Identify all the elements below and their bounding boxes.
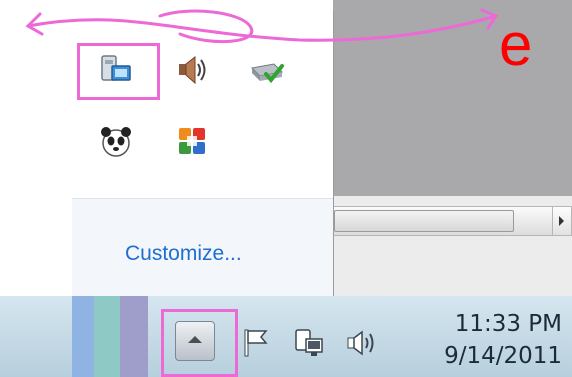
network-icon[interactable] (292, 326, 326, 360)
background-window (333, 0, 572, 296)
office-icon[interactable] (174, 123, 210, 159)
clock-date: 9/14/2011 (444, 343, 562, 369)
desktop-left-area (0, 0, 72, 296)
volume-icon[interactable] (174, 52, 210, 88)
taskbar-app-button[interactable] (94, 296, 120, 377)
customize-link[interactable]: Customize... (125, 242, 242, 266)
volume-icon[interactable] (344, 328, 378, 358)
annotation-highlight-box (77, 43, 160, 100)
safely-remove-hardware-icon[interactable] (249, 54, 285, 90)
action-center-flag-icon[interactable] (240, 326, 272, 358)
horizontal-scrollbar[interactable] (333, 206, 559, 236)
taskbar-app-button[interactable] (72, 296, 94, 377)
annotation-letter: e (499, 11, 533, 78)
taskbar-app-button[interactable] (120, 296, 148, 377)
panda-antivirus-icon[interactable] (98, 124, 134, 160)
scroll-right-arrow-button[interactable] (552, 206, 572, 236)
taskbar-clock[interactable]: 11:33 PM 9/14/2011 (412, 309, 562, 373)
scrollbar-thumb[interactable] (334, 210, 514, 232)
annotation-highlight-box (161, 309, 238, 377)
clock-time: 11:33 PM (454, 311, 562, 337)
